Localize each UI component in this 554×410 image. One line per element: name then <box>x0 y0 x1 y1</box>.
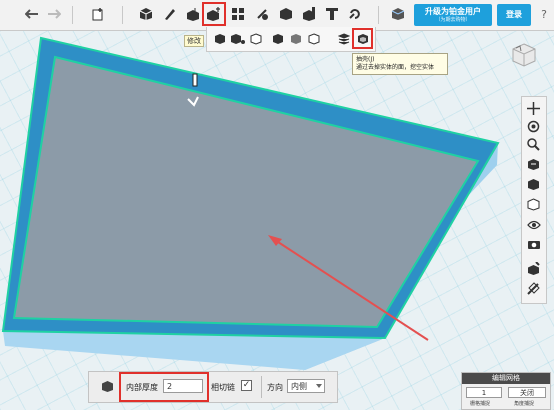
fit-view-icon[interactable] <box>525 157 542 172</box>
upgrade-subtitle: （为期去购物） <box>435 17 471 23</box>
primitive-cube-icon[interactable] <box>136 4 156 24</box>
zoom-icon[interactable] <box>525 137 542 152</box>
direction-select[interactable]: 内侧 <box>287 379 325 393</box>
perspective-icon[interactable] <box>525 177 542 192</box>
new-file-icon[interactable] <box>88 4 108 24</box>
combine-icon[interactable] <box>276 4 296 24</box>
modify-icon[interactable] <box>202 2 226 26</box>
orbit-icon[interactable] <box>525 119 542 134</box>
angle-snap-caption: 角度捕捉 <box>514 401 535 407</box>
undo-icon[interactable] <box>22 4 42 24</box>
pattern-icon[interactable] <box>228 4 248 24</box>
construct-icon[interactable] <box>183 4 203 24</box>
edit-mode-icon[interactable] <box>525 281 542 296</box>
direction-label: 方向 <box>267 383 283 392</box>
material-brush-icon[interactable] <box>525 261 542 276</box>
view-tools-panel <box>521 96 547 304</box>
chevron-down-icon <box>316 384 322 388</box>
login-button[interactable]: 登录 <box>497 4 531 26</box>
grouping-icon[interactable] <box>252 4 272 24</box>
thickness-input[interactable]: 2 <box>163 379 203 393</box>
text-icon[interactable] <box>322 4 342 24</box>
help-button[interactable]: ? <box>537 4 551 26</box>
shell-panel-icon <box>101 380 114 396</box>
render-mode-icon[interactable] <box>525 197 542 212</box>
thickness-label: 内部厚度 <box>126 383 158 392</box>
viewport-canvas[interactable] <box>0 30 510 370</box>
snap-icon[interactable] <box>345 4 365 24</box>
shell-options-panel: 内部厚度 2 相切链 ✓ 方向 内侧 <box>88 371 338 403</box>
tangent-chain-checkbox[interactable]: ✓ <box>241 380 252 391</box>
redo-icon[interactable] <box>44 4 64 24</box>
grid-snap-caption: 栅格捕捉 <box>470 401 491 407</box>
grid-panel: 编辑网格 1 关闭 栅格捕捉 角度捕捉 <box>461 372 551 410</box>
measure-icon[interactable] <box>299 4 319 24</box>
grid-snap-input[interactable]: 1 <box>466 387 502 398</box>
pan-icon[interactable] <box>525 101 542 116</box>
sketch-icon[interactable] <box>160 4 180 24</box>
tangent-chain-label: 相切链 <box>211 383 235 392</box>
visibility-eye-icon[interactable] <box>525 217 542 232</box>
upgrade-title: 升级为铂金用户 <box>425 7 481 16</box>
material-icon[interactable] <box>388 4 408 24</box>
screenshot-camera-icon[interactable] <box>525 237 542 252</box>
view-cube[interactable] <box>511 42 537 68</box>
upgrade-button[interactable]: 升级为铂金用户 （为期去购物） <box>414 4 492 26</box>
angle-snap-select[interactable]: 关闭 <box>508 387 546 398</box>
grid-panel-title: 编辑网格 <box>462 373 550 384</box>
direction-value: 内侧 <box>291 382 307 391</box>
